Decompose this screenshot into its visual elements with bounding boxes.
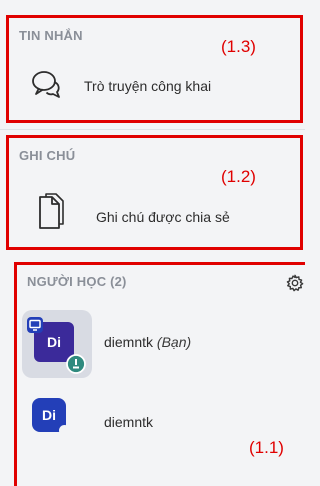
avatar-initials: Di [42,407,56,423]
chat-bubbles-icon [32,71,60,98]
divider [0,129,305,130]
user-name-text: diemntk [104,414,154,430]
users-section-title: NGƯỜI HỌC (2) [27,274,127,289]
gear-icon[interactable] [286,274,304,292]
notes-section-title: GHI CHÚ [19,148,76,163]
self-indicator: (Bạn) [156,334,192,350]
avatar-initials: Di [47,334,61,350]
users-annotation-label: (1.1) [249,438,284,457]
messages-annotation-label: (1.3) [221,37,256,56]
shared-notes-label: Ghi chú được chia sẻ [96,209,230,225]
presenter-monitor-icon [27,317,43,333]
user-name-text: diemntk [104,334,154,350]
public-chat-label: Trò truyện công khai [84,78,212,94]
messages-section-title: TIN NHẮN [19,28,83,43]
notes-annotation-label: (1.2) [221,167,256,186]
avatar-status-cutout [59,425,70,436]
user-name: diemntk [104,414,153,430]
public-chat-item[interactable]: Trò truyện công khai [10,66,298,106]
shared-notes-item[interactable]: Ghi chú được chia sẻ [10,193,298,237]
document-icon [39,193,64,229]
moderator-status-icon [66,354,86,374]
user-list-item-self[interactable]: Di diemntk (Bạn) [18,310,302,380]
user-list-item[interactable]: Di diemntk [18,392,302,442]
user-name: diemntk (Bạn) [104,334,191,350]
